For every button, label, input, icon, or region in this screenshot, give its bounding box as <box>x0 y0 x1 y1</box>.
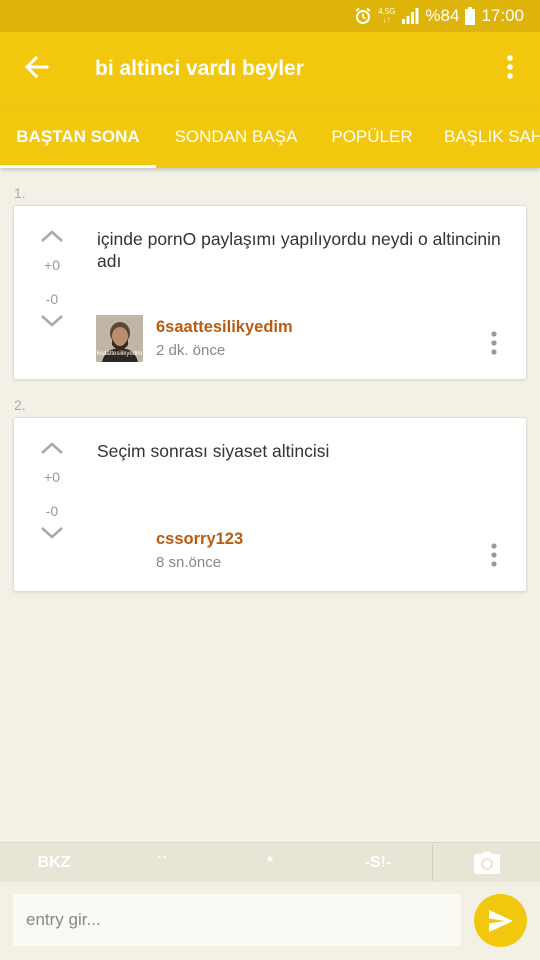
vote-column: +0 -0 <box>34 440 70 546</box>
entry-number: 1. <box>14 185 26 201</box>
more-vertical-icon <box>491 331 497 355</box>
avatar-caption: 6saattesilikyedim <box>96 351 143 357</box>
more-vertical-icon <box>506 54 514 84</box>
spoiler-button[interactable]: -S!- <box>324 843 432 883</box>
more-vertical-icon <box>491 543 497 567</box>
active-tab-indicator <box>0 165 156 168</box>
tab-populer[interactable]: POPÜLER <box>318 106 426 168</box>
author-link[interactable]: 6saattesilikyedim <box>156 318 293 337</box>
entry-time: 2 dk. önce <box>156 342 226 359</box>
downvote-button[interactable] <box>34 313 70 334</box>
battery-icon <box>465 7 476 25</box>
chevron-up-icon <box>41 442 63 454</box>
entry-input-row <box>0 882 540 960</box>
sort-tabs: BAŞTAN SONA SONDAN BAŞA POPÜLER BAŞLIK S… <box>0 106 540 168</box>
downvote-count: -0 <box>45 291 59 307</box>
author-link[interactable]: cssorry123 <box>156 530 243 549</box>
camera-button[interactable] <box>433 843 540 883</box>
format-toolbar: BKZ `` * -S!- <box>0 842 540 882</box>
chevron-up-icon <box>41 230 63 242</box>
upvote-count: +0 <box>44 469 60 485</box>
topic-title: bi altinci vardı beyler <box>95 57 304 80</box>
entry-time: 8 sn.önce <box>156 554 222 571</box>
app-bar: bi altinci vardı beyler <box>0 32 540 106</box>
alarm-icon <box>354 7 372 25</box>
entry-text: içinde pornO paylaşımı yapılıyordu neydi… <box>97 229 501 271</box>
arrow-left-icon <box>24 54 50 85</box>
status-bar: 4.5G ↓↑ %84 17:00 <box>0 0 540 32</box>
entry-more-button[interactable] <box>482 328 506 358</box>
avatar[interactable]: 6saattesilikyedim <box>96 315 143 362</box>
downvote-button[interactable] <box>34 525 70 546</box>
tab-baslik-sahibi[interactable]: BAŞLIK SAHİBİ <box>444 106 540 168</box>
downvote-count: -0 <box>45 503 59 519</box>
send-button[interactable] <box>474 894 527 947</box>
entry-number: 2. <box>14 397 26 413</box>
backtick-button[interactable]: `` <box>108 843 216 883</box>
chevron-down-icon <box>41 315 63 327</box>
clock: 17:00 <box>481 6 524 25</box>
back-button[interactable] <box>0 32 74 106</box>
battery-percent: %84 <box>425 6 460 25</box>
tab-sondan-basa[interactable]: SONDAN BAŞA <box>160 106 312 168</box>
entry-card: +0 -0 içinde pornO paylaşımı yapılıyordu… <box>13 205 527 380</box>
entry-more-button[interactable] <box>482 540 506 570</box>
tab-bastan-sona[interactable]: BAŞTAN SONA <box>0 106 156 168</box>
entry-input[interactable] <box>13 894 461 946</box>
overflow-menu-button[interactable] <box>480 32 540 106</box>
asterisk-button[interactable]: * <box>216 843 324 883</box>
entry-card: +0 -0 Seçim sonrası siyaset altincisi cs… <box>13 417 527 592</box>
send-icon <box>488 909 513 932</box>
vote-column: +0 -0 <box>34 228 70 334</box>
signal-icon <box>401 8 419 24</box>
camera-icon <box>473 851 500 874</box>
bkz-button[interactable]: BKZ <box>0 843 108 883</box>
chevron-down-icon <box>41 527 63 539</box>
upvote-button[interactable] <box>34 228 70 249</box>
entry-text: Seçim sonrası siyaset altincisi <box>97 441 330 461</box>
network-type: 4.5G ↓↑ <box>378 7 396 24</box>
upvote-button[interactable] <box>34 440 70 461</box>
upvote-count: +0 <box>44 257 60 273</box>
